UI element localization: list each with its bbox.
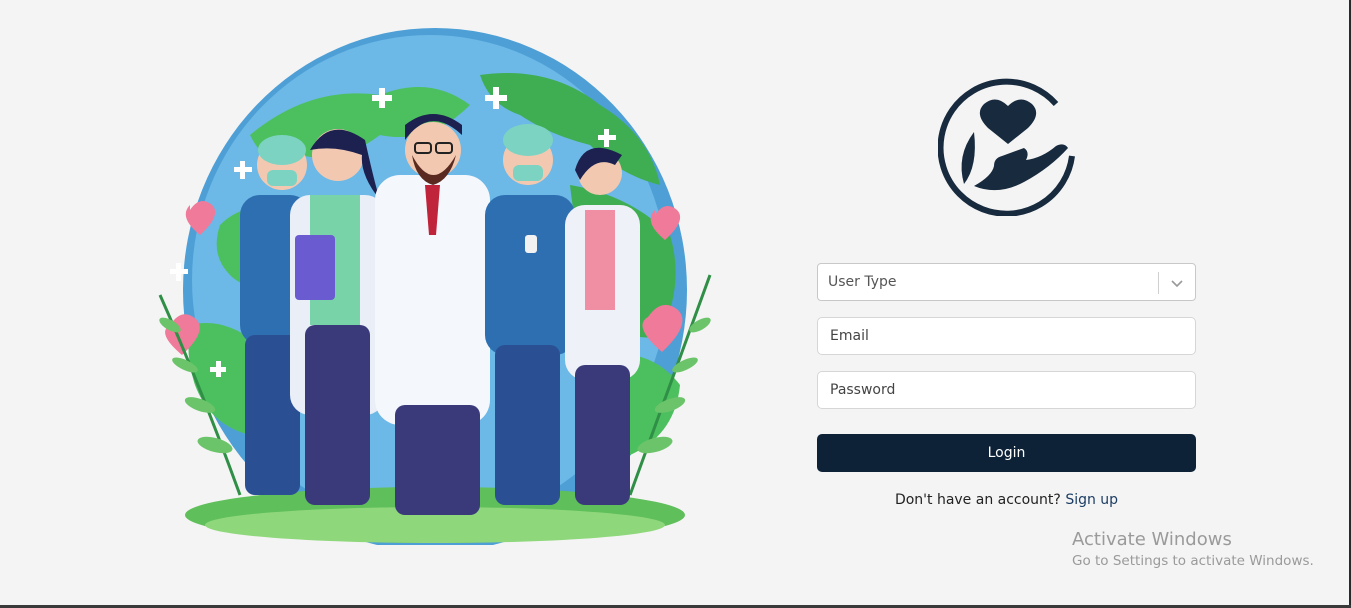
watermark-subtitle: Go to Settings to activate Windows. [1072,553,1314,569]
activation-watermark: Activate Windows Go to Settings to activ… [1072,529,1314,569]
signup-prompt: Don't have an account? [894,492,1061,508]
login-button[interactable]: Login [817,434,1196,472]
email-field[interactable] [817,317,1196,355]
password-field[interactable] [817,371,1196,409]
healthcare-team-illustration [130,25,740,552]
chevron-down-icon[interactable] [1169,276,1185,290]
signup-link[interactable]: Sign up [1065,492,1118,508]
login-form: User Type Login Don't have an account? S… [817,263,1196,508]
watermark-title: Activate Windows [1072,529,1232,550]
select-divider [1158,272,1159,294]
user-type-select[interactable]: User Type [817,263,1196,301]
user-type-placeholder: User Type [828,274,897,290]
heart-hand-icon [937,76,1078,217]
signup-prompt-line: Don't have an account? Sign up [817,492,1196,508]
